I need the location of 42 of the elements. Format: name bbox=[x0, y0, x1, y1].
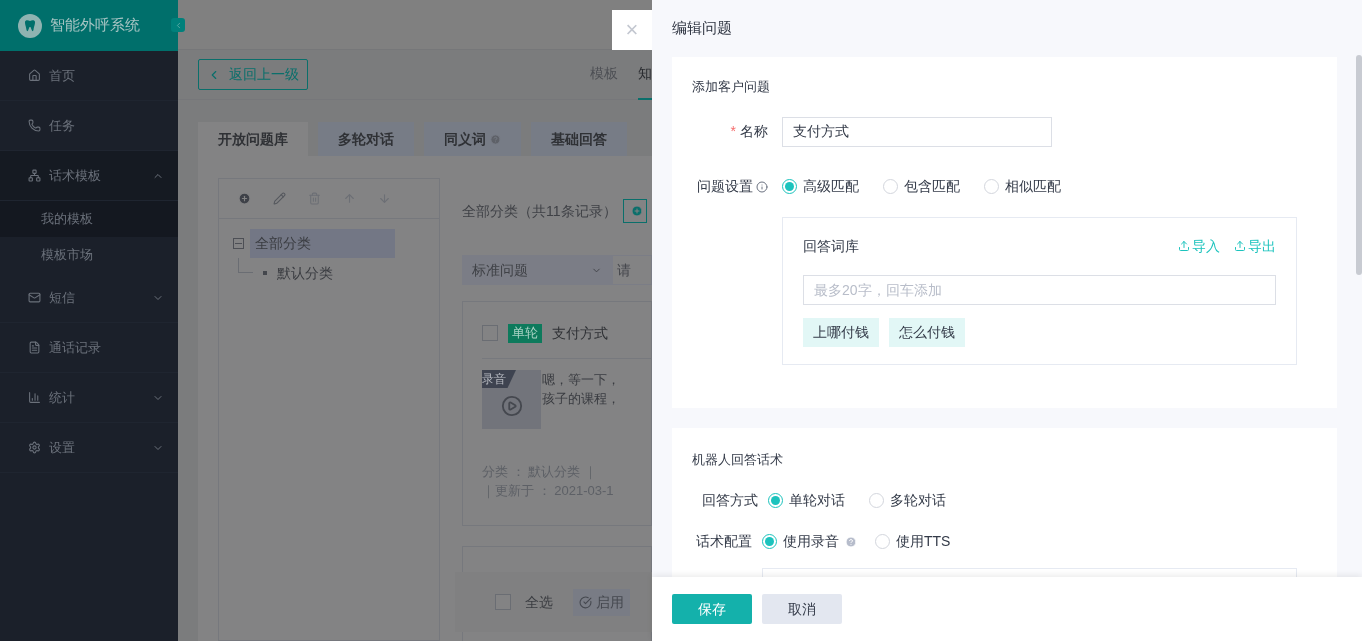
lexicon-title: 回答词库 bbox=[803, 236, 860, 256]
field-label: 名称 bbox=[740, 122, 768, 141]
radio-label: 多轮对话 bbox=[890, 491, 946, 510]
record-count-heading: 全部分类（共11条记录） bbox=[462, 201, 617, 221]
answer-text: 孩子的课程， bbox=[542, 390, 620, 408]
save-button[interactable]: 保存 bbox=[672, 594, 752, 624]
search-field[interactable]: 请 bbox=[612, 255, 652, 285]
import-link[interactable]: 导入 bbox=[1178, 235, 1220, 257]
audio-thumbnail[interactable]: 录音 bbox=[482, 370, 541, 429]
keyword-field[interactable]: 最多20字，回车添加 bbox=[803, 274, 1276, 305]
tree-item[interactable]: 默认分类 bbox=[277, 262, 333, 284]
keyword-tag: 怎么付钱 bbox=[889, 317, 965, 347]
tree-item[interactable]: 全部分类 bbox=[250, 229, 395, 258]
cancel-button[interactable]: 取消 bbox=[762, 594, 842, 624]
audio-label: 录音 bbox=[482, 370, 516, 388]
export-link[interactable]: 导出 bbox=[1234, 235, 1276, 257]
name-field[interactable]: 支付方式 bbox=[782, 116, 1052, 147]
keyword-tag: 上哪付钱 bbox=[803, 317, 879, 347]
content-tab[interactable]: 基础回答 bbox=[531, 122, 627, 156]
field-label: 话术配置 bbox=[695, 532, 753, 551]
submenu-item[interactable]: 模板市场 bbox=[0, 237, 178, 273]
content-tab[interactable]: 同义词 bbox=[424, 122, 521, 156]
drawer-title: 编辑问题 bbox=[672, 18, 732, 39]
app-title: 智能外呼系统 bbox=[50, 15, 140, 36]
content-tab[interactable]: 多轮对话 bbox=[318, 122, 414, 156]
required-mark: * bbox=[730, 122, 736, 141]
select-all-label: 全选 bbox=[525, 592, 553, 612]
radio-label: 相似匹配 bbox=[1005, 177, 1061, 196]
section-heading: 机器人回答话术 bbox=[692, 451, 784, 469]
radio-label: 使用TTS bbox=[896, 532, 951, 551]
radio-label: 包含匹配 bbox=[904, 177, 960, 196]
field-label: 回答方式 bbox=[701, 491, 759, 510]
category-select[interactable]: 标准问题 bbox=[462, 255, 612, 285]
tag: 单轮 bbox=[508, 323, 542, 343]
radio-label: 高级匹配 bbox=[803, 177, 859, 196]
radio-label: 单轮对话 bbox=[789, 491, 845, 510]
field-label: 问题设置 bbox=[697, 177, 753, 196]
close-button[interactable]: × bbox=[612, 10, 652, 50]
question-title: 支付方式 bbox=[552, 323, 608, 343]
content-tab[interactable]: 开放问题库 bbox=[198, 122, 308, 156]
section-heading: 添加客户问题 bbox=[692, 78, 771, 96]
radio-label: 使用录音 bbox=[783, 532, 839, 551]
